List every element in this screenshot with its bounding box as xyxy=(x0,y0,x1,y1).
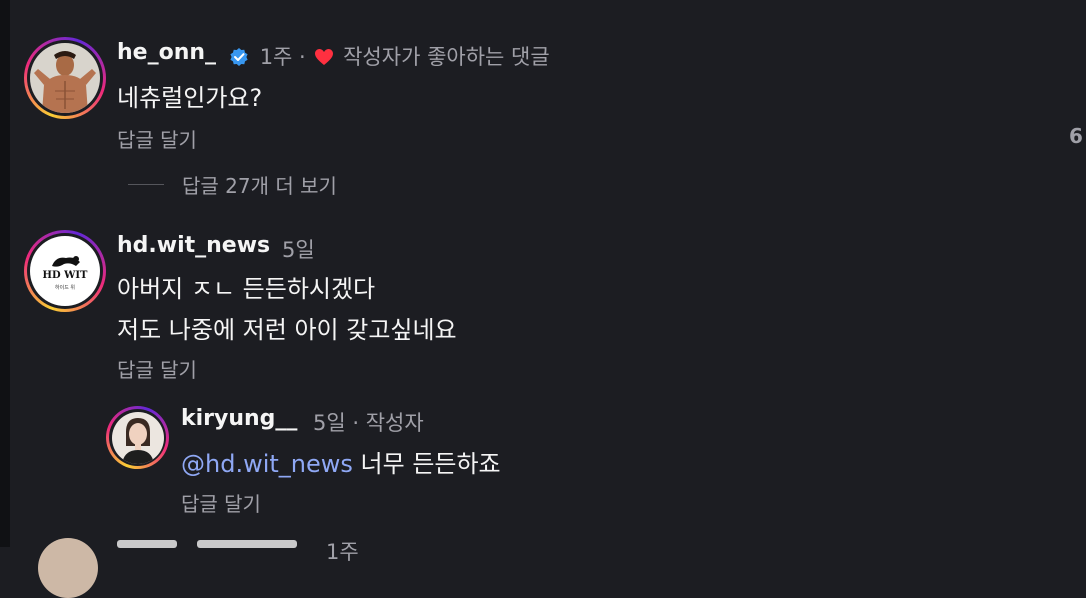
avatar: HD WIT 하이드 위 xyxy=(30,236,100,306)
like-count: 6 xyxy=(1069,124,1083,148)
reply-button[interactable]: 답글 달기 xyxy=(181,488,261,517)
reply-body: 너무 든든하죠 xyxy=(360,450,501,478)
comment-time: 1주 xyxy=(326,540,359,564)
comment-text: 네츄럴인가요? xyxy=(117,84,263,112)
comment-text-line-2: 저도 나중에 저런 아이 갖고싶네요 xyxy=(117,316,457,344)
avatar xyxy=(111,411,164,464)
avatar-ring[interactable] xyxy=(24,37,106,119)
verified-badge-icon xyxy=(229,47,249,67)
mention-link[interactable]: @hd.wit_news xyxy=(181,450,353,478)
username[interactable]: hd.wit_news xyxy=(117,233,270,258)
reply-button[interactable]: 답글 달기 xyxy=(117,354,197,383)
username[interactable]: kiryung__ xyxy=(181,406,297,431)
username-partial xyxy=(117,540,307,554)
reply-text: @hd.wit_news 너무 든든하죠 xyxy=(181,444,501,479)
reply-button[interactable]: 답글 달기 xyxy=(117,124,197,153)
avatar-ring[interactable] xyxy=(106,406,169,469)
avatar xyxy=(30,43,100,113)
comment-text-line-1: 아버지 ㅈㄴ 든든하시겠다 xyxy=(117,275,376,303)
comment-time: 5일 xyxy=(282,238,315,262)
avatar-ring[interactable]: HD WIT 하이드 위 xyxy=(24,230,106,312)
avatar-logo-subtext: 하이드 위 xyxy=(55,285,75,291)
replies-divider-line xyxy=(128,183,164,185)
view-replies-label: 답글 27개 더 보기 xyxy=(182,173,337,198)
left-edge-strip xyxy=(0,0,10,547)
username[interactable]: he_onn_ xyxy=(117,40,216,65)
comment-meta: 1주 · 작성자가 좋아하는 댓글 xyxy=(229,41,550,71)
view-replies-button[interactable]: 답글 27개 더 보기 xyxy=(128,170,337,198)
avatar-logo-text: HD WIT xyxy=(42,270,88,281)
avatar[interactable] xyxy=(38,538,98,598)
reply-meta: 5일 · 작성자 xyxy=(313,411,424,435)
heart-icon xyxy=(314,47,334,65)
comment-time: 1주 · xyxy=(259,45,306,69)
liked-by-author-label: 작성자가 좋아하는 댓글 xyxy=(343,45,550,69)
